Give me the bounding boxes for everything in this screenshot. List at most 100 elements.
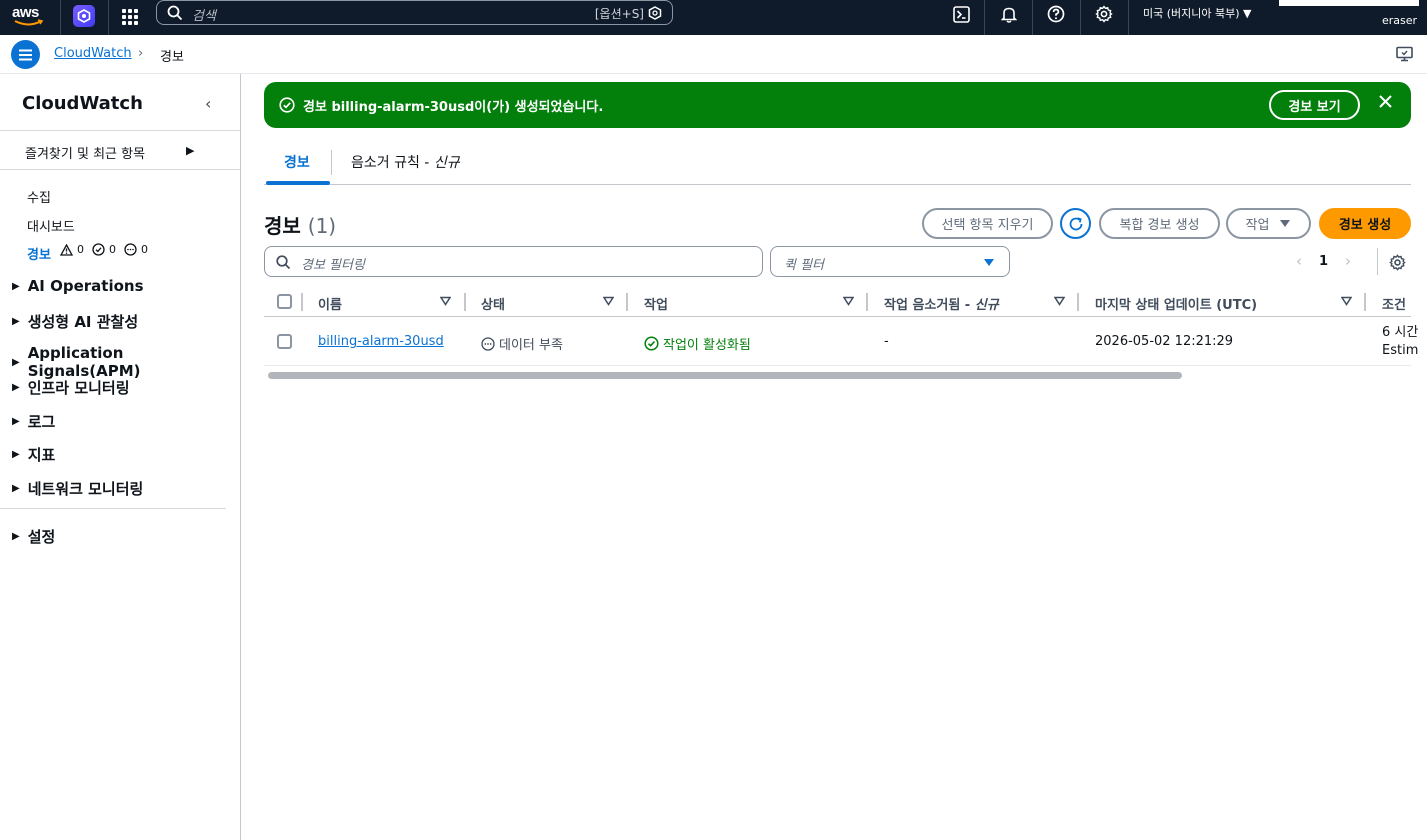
caret-right-icon: ▶: [12, 316, 20, 327]
favorites-recent-section[interactable]: 즐겨찾기 및 최근 항목: [25, 143, 145, 162]
tab-mute-rules-label: 음소거 규칙 -: [351, 155, 434, 171]
nav-group-application-signals[interactable]: ▶ Application Signals(APM): [12, 344, 240, 380]
refresh-button[interactable]: [1060, 208, 1091, 239]
breadcrumb-cloudwatch-link[interactable]: CloudWatch: [54, 46, 132, 61]
column-header-name[interactable]: 이름: [318, 294, 342, 313]
actions-label: 작업: [1245, 218, 1270, 233]
cloudshell-icon[interactable]: [951, 4, 971, 24]
insufficient-count: 0: [141, 243, 148, 256]
column-divider: [1364, 293, 1366, 311]
success-flash-banner: 경보 billing-alarm-30usd이(가) 생성되었습니다. 경보 보…: [264, 82, 1411, 128]
nav-group-settings[interactable]: ▶ 설정: [12, 526, 55, 547]
new-badge: 신규: [433, 155, 460, 171]
aws-logo[interactable]: aws: [12, 2, 46, 30]
tools-panel-icon[interactable]: [1396, 46, 1413, 62]
column-divider: [1077, 293, 1079, 311]
caret-right-icon: ▶: [12, 416, 20, 427]
column-header-actions[interactable]: 작업: [644, 294, 668, 313]
nav-group-label: 지표: [27, 446, 56, 464]
alarm-filter-input[interactable]: 경보 필터링: [264, 246, 763, 277]
flash-message: 경보 billing-alarm-30usd이(가) 생성되었습니다.: [303, 100, 604, 115]
amazon-q-icon[interactable]: [648, 6, 662, 20]
chevron-left-icon[interactable]: ‹: [1296, 252, 1302, 270]
sort-caret-icon[interactable]: [1341, 296, 1352, 306]
view-alarm-button[interactable]: 경보 보기: [1269, 90, 1360, 120]
nav-title[interactable]: CloudWatch: [22, 93, 143, 114]
column-header-state[interactable]: 상태: [481, 294, 505, 313]
alarm-actions-status: 작업이 활성화됨: [644, 334, 751, 353]
sort-caret-icon[interactable]: [843, 296, 854, 306]
column-header-action-muting[interactable]: 작업 음소거됨 - 신규: [884, 294, 999, 313]
create-composite-alarm-button[interactable]: 복합 경보 생성: [1099, 208, 1220, 239]
nav-group-label: Application Signals(APM): [27, 344, 141, 380]
nav-group-logs[interactable]: ▶ 로그: [12, 411, 55, 432]
nav-item-dashboards[interactable]: 대시보드: [27, 216, 75, 235]
quick-filter-placeholder: 퀵 필터: [784, 258, 825, 273]
nav-group-label: 로그: [27, 413, 56, 431]
caret-right-icon: ▶: [12, 280, 20, 292]
global-search-input[interactable]: 검색 [옵션+S]: [156, 0, 673, 25]
column-header-conditions[interactable]: 조건: [1382, 294, 1406, 313]
caret-right-icon[interactable]: ▶: [186, 144, 194, 157]
row-select-checkbox[interactable]: [277, 334, 292, 349]
nav-group-ai-operations[interactable]: ▶ AI Operations: [12, 277, 144, 295]
check-circle-icon: [644, 336, 659, 351]
sort-caret-icon[interactable]: [603, 296, 614, 306]
sort-caret-icon[interactable]: [1054, 296, 1065, 306]
conditions-line-1: 6 시간: [1382, 325, 1419, 340]
tab-alarms[interactable]: 경보: [284, 152, 310, 172]
pagination: ‹ 1 ›: [1296, 252, 1351, 270]
sort-caret-icon[interactable]: [440, 296, 451, 306]
cloudwatch-service-icon[interactable]: [73, 5, 95, 27]
nav-group-infra-monitoring[interactable]: ▶ 인프라 모니터링: [12, 377, 130, 398]
account-id-redacted: [1279, 0, 1419, 6]
quick-filter-select[interactable]: 퀵 필터: [770, 246, 1010, 277]
action-muted-value: -: [884, 334, 889, 349]
nav-item-ingestion[interactable]: 수집: [27, 187, 51, 206]
chevron-right-icon[interactable]: ›: [1345, 252, 1351, 270]
tab-mute-rules[interactable]: 음소거 규칙 - 신규: [351, 152, 460, 172]
page-number[interactable]: 1: [1319, 254, 1328, 269]
help-icon[interactable]: [1046, 4, 1066, 24]
page-title: 경보 (1): [264, 210, 336, 239]
column-header-action-muting-label: 작업 음소거됨 -: [884, 298, 975, 313]
apps-grid-icon[interactable]: [122, 9, 138, 25]
notifications-bell-icon[interactable]: [999, 4, 1019, 24]
actions-dropdown-button[interactable]: 작업: [1226, 208, 1311, 239]
alarm-name-link[interactable]: billing-alarm-30usd: [318, 334, 444, 349]
settings-gear-icon[interactable]: [1094, 4, 1114, 24]
alarm-actions-label: 작업이 활성화됨: [663, 338, 751, 353]
caret-right-icon: ▶: [12, 531, 20, 542]
region-selector[interactable]: 미국 (버지니아 북부) ▼: [1143, 5, 1252, 21]
nav-group-genai-observability[interactable]: ▶ 생성형 AI 관찰성: [12, 311, 138, 332]
ok-check-circle-icon: [92, 243, 105, 256]
alarm-state-label: 데이터 부족: [499, 338, 563, 353]
table-row[interactable]: billing-alarm-30usd 데이터 부족 작업이 활성화됨 - 20…: [264, 318, 1418, 366]
table-preferences-gear-icon[interactable]: [1389, 254, 1406, 271]
divider: [1377, 248, 1378, 275]
horizontal-scrollbar[interactable]: [268, 372, 1182, 379]
column-divider: [301, 293, 303, 311]
clear-selection-button[interactable]: 선택 항목 지우기: [922, 208, 1053, 239]
nav-item-alarms[interactable]: 경보: [27, 244, 51, 263]
search-icon: [276, 255, 291, 270]
divider: [1032, 0, 1033, 35]
close-icon[interactable]: [1377, 93, 1394, 110]
select-all-checkbox[interactable]: [277, 294, 292, 309]
nav-group-network-monitoring[interactable]: ▶ 네트워크 모니터링: [12, 478, 143, 499]
warning-triangle-icon: [60, 243, 73, 256]
column-divider: [866, 293, 868, 311]
success-check-circle-icon: [279, 97, 295, 113]
collapse-nav-chevron-left-icon[interactable]: ‹: [205, 94, 211, 113]
insufficient-data-icon: [124, 243, 137, 256]
nav-group-metrics[interactable]: ▶ 지표: [12, 444, 55, 465]
side-nav-toggle-button[interactable]: [11, 40, 40, 69]
column-header-last-update[interactable]: 마지막 상태 업데이트 (UTC): [1095, 294, 1257, 313]
caret-right-icon: ▶: [12, 356, 20, 368]
create-alarm-button[interactable]: 경보 생성: [1319, 208, 1411, 239]
alarm-count: 0: [77, 243, 84, 256]
divider: [0, 130, 240, 131]
hamburger-icon: [19, 49, 32, 60]
refresh-icon: [1069, 216, 1082, 230]
account-menu[interactable]: eraser: [1382, 14, 1417, 27]
